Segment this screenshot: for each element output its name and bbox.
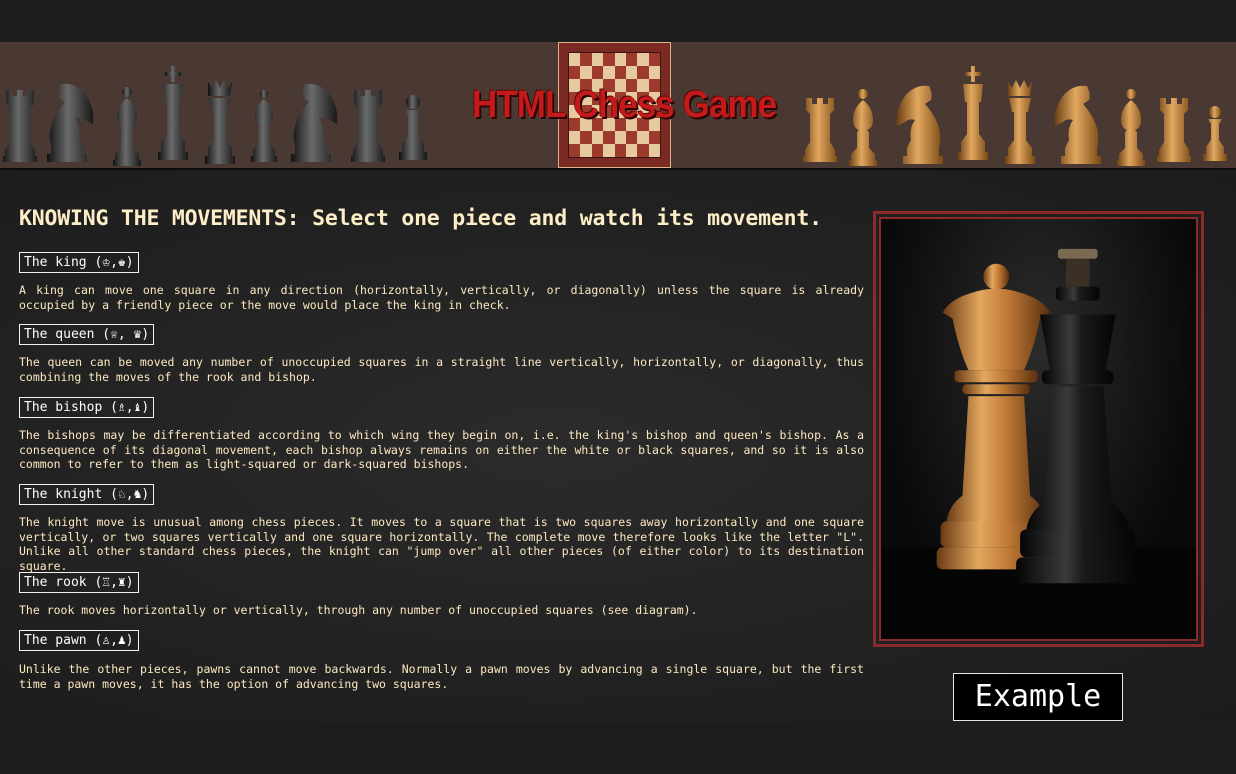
bishop-icon [251,90,277,162]
queen-description: The queen can be moved any number of uno… [19,355,864,384]
king-queen-image [881,248,1196,639]
chess-photo [879,217,1198,641]
rook-icon [803,98,837,162]
pawn-description: Unlike the other pieces, pawns cannot mo… [19,662,864,691]
header-banner: HTML Chess Game [0,42,1236,170]
rook-icon [3,90,37,162]
knight-button[interactable]: The knight (♘,♞) [19,484,155,505]
knight-icon [47,83,94,162]
rook-icon [1157,98,1191,162]
rook-icon [351,90,385,162]
example-button[interactable]: Example [953,673,1123,721]
site-title: HTML Chess Game [472,84,777,126]
pawn-icon [399,95,427,160]
rook-description: The rook moves horizontally or verticall… [19,603,698,617]
bishop-icon [1117,89,1145,166]
king-button[interactable]: The king (♔,♚) [19,252,139,273]
queen-icon [1005,80,1035,164]
dark-pieces-row [0,42,438,168]
main-content: KNOWING THE MOVEMENTS: Select one piece … [0,170,1236,722]
king-icon [158,66,188,160]
knight-icon [291,83,338,162]
bishop-icon [113,87,141,166]
bishop-description: The bishops may be differentiated accord… [19,428,864,472]
knight-description: The knight move is unusual among chess p… [19,515,864,573]
pawn-icon [1203,106,1227,161]
knight-icon [896,85,943,164]
chess-photo-frame [873,211,1204,647]
queen-icon [205,80,235,164]
pawn-button[interactable]: The pawn (♙,♟) [19,630,139,651]
page-title: KNOWING THE MOVEMENTS: Select one piece … [19,206,822,231]
rook-button[interactable]: The rook (♖,♜) [19,572,139,593]
bishop-icon [849,89,877,166]
knight-icon [1054,85,1101,164]
light-pieces-row [800,42,1236,168]
king-description: A king can move one square in any direct… [19,283,864,312]
queen-button[interactable]: The queen (♕, ♛) [19,324,155,345]
king-icon [958,66,988,160]
bishop-button[interactable]: The bishop (♗,♝) [19,397,155,418]
